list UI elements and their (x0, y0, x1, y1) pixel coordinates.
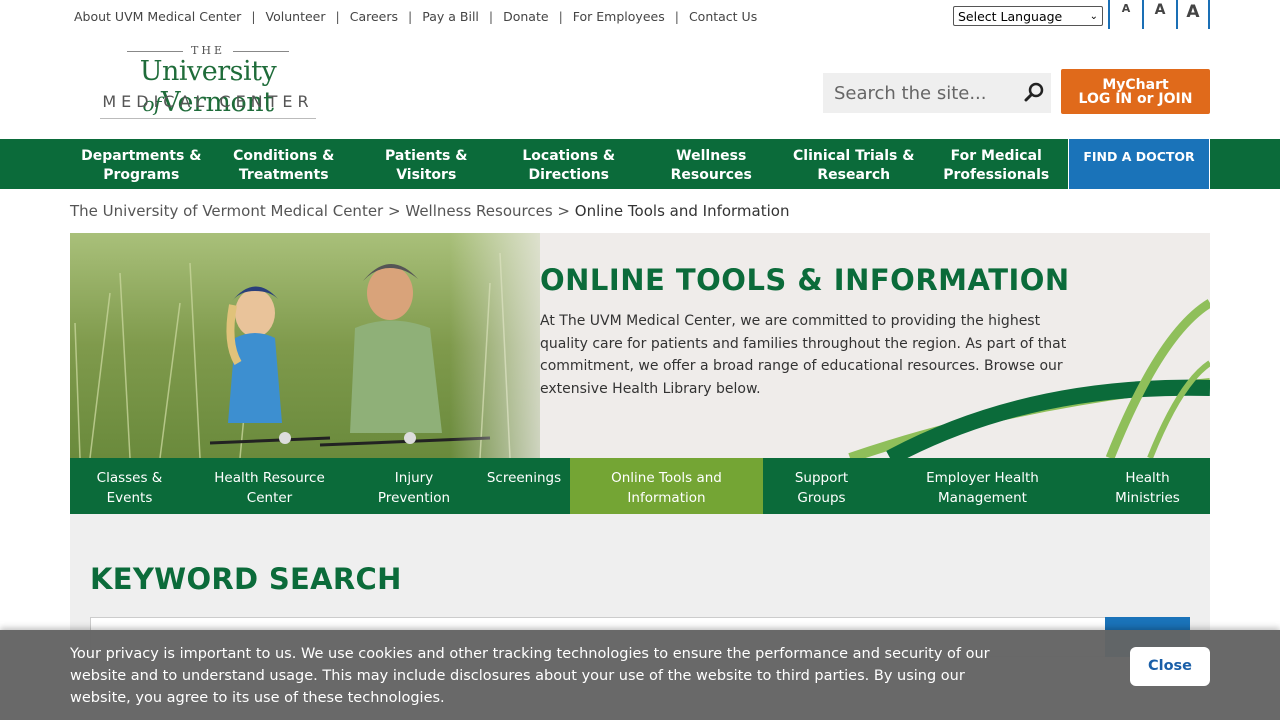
nav-label: Treatments (238, 167, 329, 183)
nav-label: Locations & (522, 148, 616, 164)
cookie-close-button[interactable]: Close (1130, 647, 1210, 686)
text-size-small-button[interactable]: A (1108, 0, 1142, 29)
nav-label: Professionals (943, 167, 1050, 183)
nav-label: For Medical (950, 148, 1042, 164)
uvm-logo[interactable]: THE University ofVermont MEDICAL CENTER (80, 44, 336, 124)
nav-label: Departments & (81, 148, 202, 164)
mychart-title: MyChart (1102, 77, 1169, 93)
separator: | (335, 9, 340, 24)
util-link-about[interactable]: About UVM Medical Center (74, 9, 241, 24)
subnav-label: Ministries (1115, 490, 1180, 506)
logo-medical-center: MEDICAL CENTER (102, 92, 314, 111)
subnav-item-health-resource[interactable]: Health Resource Center (189, 458, 350, 514)
util-link-employees[interactable]: For Employees (573, 9, 665, 24)
subnav-item-health-ministries[interactable]: Health Ministries (1085, 458, 1210, 514)
subnav-label: Groups (797, 490, 846, 506)
mychart-subtitle: LOG IN or JOIN (1078, 91, 1193, 107)
language-select-label: Select Language (958, 8, 1063, 24)
nav-label: Research (817, 167, 891, 183)
cookie-message: Your privacy is important to us. We use … (70, 646, 990, 706)
nav-item-wellness[interactable]: Wellness Resources (640, 139, 783, 189)
nav-label: Wellness (676, 148, 747, 164)
subnav-label: Events (106, 490, 153, 506)
nav-label: Clinical Trials & (793, 148, 915, 164)
nav-item-professionals[interactable]: For Medical Professionals (925, 139, 1068, 189)
subnav-item-classes[interactable]: Classes & Events (70, 458, 189, 514)
subnav-label: Management (938, 490, 1027, 506)
breadcrumb-link-wellness[interactable]: Wellness Resources (405, 202, 552, 220)
text-size-large-button[interactable]: A (1176, 0, 1210, 29)
subnav-item-employer-health[interactable]: Employer Health Management (880, 458, 1085, 514)
nav-item-departments[interactable]: Departments & Programs (70, 139, 213, 189)
subnav-label: Classes & (96, 470, 163, 486)
chevron-down-icon: ⌄ (1089, 10, 1098, 22)
subnav-label: Support (794, 470, 849, 486)
breadcrumb-separator: > (557, 202, 570, 220)
page-title: ONLINE TOOLS & INFORMATION (540, 263, 1070, 297)
text-size-medium-button[interactable]: A (1142, 0, 1176, 29)
separator: | (408, 9, 413, 24)
search-input[interactable] (834, 82, 1014, 104)
nav-label: Programs (103, 167, 180, 183)
separator: | (674, 9, 679, 24)
subnav-label: Health (1125, 470, 1170, 486)
nav-label: Resources (670, 167, 752, 183)
logo-university: University (139, 56, 277, 87)
subnav-label: Health Resource (214, 470, 325, 486)
breadcrumb: The University of Vermont Medical Center… (70, 202, 789, 220)
separator: | (558, 9, 563, 24)
nav-item-clinical-trials[interactable]: Clinical Trials & Research (783, 139, 926, 189)
subnav-item-support-groups[interactable]: Support Groups (763, 458, 880, 514)
breadcrumb-current: Online Tools and Information (574, 202, 790, 220)
utility-links: About UVM Medical Center | Volunteer | C… (74, 9, 757, 24)
subnav-item-online-tools[interactable]: Online Tools and Information (570, 458, 763, 514)
main-nav: Departments & Programs Conditions & Treatm… (0, 139, 1280, 189)
util-link-volunteer[interactable]: Volunteer (266, 9, 326, 24)
logo-rule (100, 118, 316, 119)
subnav-label: Prevention (377, 490, 451, 506)
hero-banner: ONLINE TOOLS & INFORMATION At The UVM Me… (70, 233, 1210, 458)
util-link-contact[interactable]: Contact Us (689, 9, 757, 24)
breadcrumb-separator: > (388, 202, 401, 220)
separator: | (251, 9, 256, 24)
util-link-pay-bill[interactable]: Pay a Bill (422, 9, 479, 24)
subnav-label: Employer Health (926, 470, 1039, 486)
subnav-label: Screenings (486, 470, 562, 486)
cookie-banner: Your privacy is important to us. We use … (0, 630, 1280, 720)
mychart-button[interactable]: MyChart LOG IN or JOIN (1061, 69, 1210, 114)
subnav-item-screenings[interactable]: Screenings (478, 458, 570, 514)
nav-item-locations[interactable]: Locations & Directions (498, 139, 641, 189)
text-size-controls: A A A (1108, 0, 1210, 29)
language-select[interactable]: Select Language ⌄ (953, 6, 1103, 26)
subnav-item-injury[interactable]: Injury Prevention (350, 458, 478, 514)
nav-label: Directions (528, 167, 610, 183)
subnav-label: Injury (394, 470, 434, 486)
util-link-donate[interactable]: Donate (503, 9, 548, 24)
breadcrumb-link-home[interactable]: The University of Vermont Medical Center (70, 202, 383, 220)
util-link-careers[interactable]: Careers (350, 9, 398, 24)
hero-description: At The UVM Medical Center, we are commit… (540, 313, 1067, 397)
subnav-label: Information (627, 490, 706, 506)
search-icon[interactable] (1023, 81, 1045, 103)
utility-bar: About UVM Medical Center | Volunteer | C… (0, 0, 1280, 34)
nav-item-patients[interactable]: Patients & Visitors (355, 139, 498, 189)
subnav-label: Online Tools and (611, 470, 722, 486)
nav-label: Patients & (385, 148, 468, 164)
nav-label: Conditions & (233, 148, 335, 164)
separator: | (488, 9, 494, 24)
nav-label: Visitors (396, 167, 457, 183)
subnav-label: Center (246, 490, 293, 506)
keyword-search-title: KEYWORD SEARCH (90, 562, 402, 596)
wellness-subnav: Classes & Events Health Resource Center In… (70, 458, 1210, 514)
nav-item-conditions[interactable]: Conditions & Treatments (213, 139, 356, 189)
site-search (823, 73, 1051, 113)
find-a-doctor-button[interactable]: FIND A DOCTOR (1068, 139, 1210, 189)
